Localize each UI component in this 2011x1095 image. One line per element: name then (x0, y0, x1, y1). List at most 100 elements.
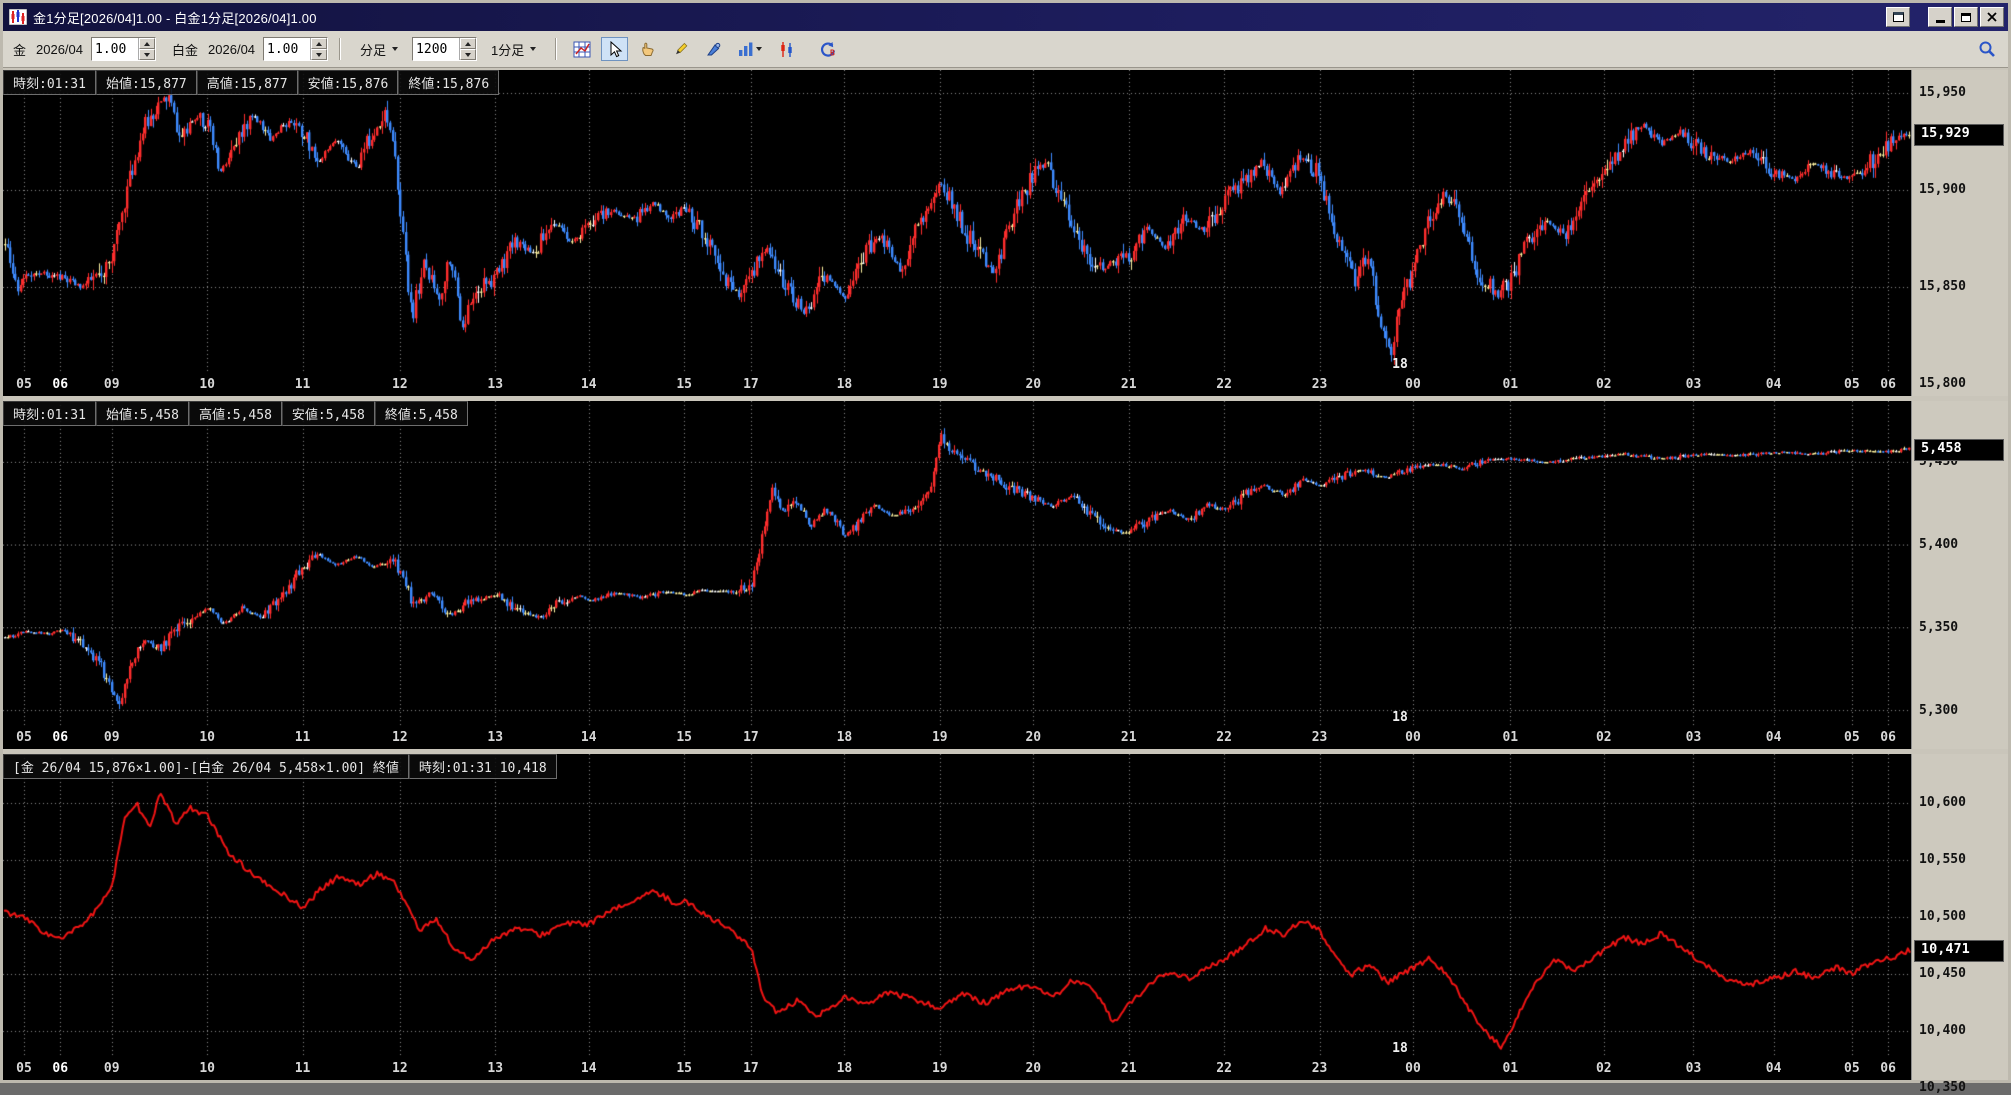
time-label: 01 (1502, 730, 1519, 746)
time-label: 13 (487, 730, 504, 746)
dropdown-arrow-icon (530, 47, 537, 51)
time-label: 05 (16, 376, 32, 392)
bar-count-spinner[interactable] (412, 37, 478, 61)
time-label: 19 (931, 1061, 948, 1076)
time-label: 21 (1120, 730, 1137, 746)
gold-multiplier-down-button[interactable] (139, 49, 156, 60)
time-label: 18 (836, 376, 853, 392)
up-arrow-icon (144, 41, 151, 46)
time-label: 00 (1405, 1061, 1421, 1076)
time-label: 10 (199, 730, 215, 746)
time-label: 02 (1595, 730, 1612, 746)
info-segment: [金 26/04 15,876×1.00]-[白金 26/04 5,458×1.… (3, 754, 409, 780)
up-arrow-icon (316, 41, 323, 46)
spread-chart-plot[interactable]: [金 26/04 15,876×1.00]-[白金 26/04 5,458×1.… (3, 754, 1911, 1058)
time-label: 06 (1880, 1061, 1896, 1076)
bar-count-input[interactable] (413, 38, 460, 60)
refresh-button[interactable]: B (814, 37, 841, 61)
bar-chart-icon (739, 42, 753, 56)
info-segment: 終値:15,876 (398, 70, 500, 95)
time-label: 22 (1216, 1061, 1232, 1076)
time-label: 02 (1595, 1061, 1612, 1076)
time-label: 21 (1120, 376, 1137, 392)
gold-multiplier-spinner[interactable] (91, 37, 157, 61)
hand-icon (642, 42, 654, 56)
select-tool-button[interactable] (601, 37, 629, 61)
interval-dropdown[interactable]: 分足 (352, 37, 406, 61)
info-segment: 時刻:01:31 (3, 400, 96, 426)
platinum-chart-canvas[interactable] (3, 400, 1911, 728)
platinum-last-price-badge: 5,458 (1914, 438, 2004, 461)
spread-chart-canvas[interactable] (3, 754, 1911, 1058)
maximize-button[interactable] (1954, 7, 1978, 27)
app-icon (9, 9, 27, 25)
gold-multiplier-up-button[interactable] (139, 38, 156, 49)
info-segment: 時刻:01:31 (3, 70, 96, 95)
time-label: 20 (1025, 376, 1042, 392)
info-segment: 高値:5,458 (188, 400, 282, 426)
gold-label: 金 (13, 42, 27, 58)
refresh-icon: B (820, 41, 835, 57)
indicator-dropdown-button[interactable] (733, 37, 767, 61)
bar-count-up-button[interactable] (460, 38, 477, 49)
platinum-price-axis[interactable]: 5,458 5,450 5,400 5,350 5,300 (1911, 400, 2008, 728)
time-label: 23 (1311, 730, 1328, 746)
platinum-multiplier-down-button[interactable] (311, 49, 328, 60)
time-label: 10 (199, 1061, 215, 1076)
platinum-time-axis[interactable]: 05 06 09 10 11 12 13 14 15 17 18 19 20 21 22 23 00 01 02 03… (3, 727, 1911, 750)
trendline-tool-button[interactable] (667, 37, 694, 61)
time-label: 11 (294, 1061, 311, 1076)
price-tick-label: 10,500 (1919, 909, 1966, 925)
gold-chart-plot[interactable]: 時刻:01:31 始値:15,877 高値:15,877 安値:15,876 終値:15… (3, 70, 1911, 374)
popout-icon (1892, 12, 1904, 22)
price-tick-label: 5,400 (1919, 537, 1959, 553)
time-label: 14 (580, 376, 597, 392)
time-label: 23 (1311, 376, 1328, 392)
popout-button[interactable] (1886, 7, 1910, 27)
gold-time-axis[interactable]: 05 06 09 10 11 12 13 14 15 17 18 19 20 21 22 23 00 01 02 03… (3, 373, 1911, 396)
close-button[interactable] (1980, 7, 2004, 27)
platinum-multiplier-up-button[interactable] (311, 38, 328, 49)
pan-tool-button[interactable] (634, 37, 661, 61)
minimize-button[interactable] (1928, 7, 1952, 27)
chart-grid-icon (573, 41, 591, 57)
time-label: 03 (1685, 1061, 1702, 1076)
platinum-multiplier-input[interactable] (264, 38, 311, 60)
time-label: 03 (1685, 730, 1702, 746)
axis-corner (1911, 727, 2008, 750)
price-tick-label: 5,350 (1919, 620, 1959, 636)
platinum-multiplier-spinner[interactable] (263, 37, 329, 61)
gold-chart-panel: 時刻:01:31 始値:15,877 高値:15,877 安値:15,876 終値:15… (3, 70, 2008, 396)
platinum-chart-plot[interactable]: 時刻:01:31 始値:5,458 高値:5,458 安値:5,458 終値:5,458… (3, 400, 1911, 728)
up-arrow-icon (465, 41, 472, 46)
pencil-icon (676, 42, 688, 54)
info-segment: 終値:5,458 (374, 400, 468, 426)
price-tick-label: 15,850 (1919, 278, 1966, 294)
spread-last-price-badge: 10,471 (1914, 940, 2004, 963)
time-label: 17 (743, 1061, 759, 1076)
chart-type-button[interactable] (773, 37, 800, 61)
platinum-label: 白金 (172, 42, 199, 58)
titlebar[interactable]: 金1分足[2026/04]1.00 - 白金1分足[2026/04]1.00 (3, 3, 2008, 31)
info-segment: 始値:15,877 (95, 70, 197, 95)
gold-multiplier-input[interactable] (92, 38, 139, 60)
gold-chart-canvas[interactable] (3, 70, 1911, 374)
gold-price-axis[interactable]: 15,929 15,950 15,900 15,850 15,800 (1911, 70, 2008, 391)
spread-price-axis[interactable]: 10,471 10,600 10,550 10,500 10,450 10,400 10,… (1911, 754, 2008, 1095)
draw-tool-button[interactable] (700, 37, 727, 61)
zoom-button[interactable] (1973, 37, 2000, 61)
time-label: 11 (294, 730, 311, 746)
brush-icon (707, 42, 721, 55)
chart-settings-button[interactable] (568, 37, 595, 61)
price-tick-label: 10,350 (1919, 1079, 1966, 1095)
price-tick-label: 10,550 (1919, 852, 1966, 868)
axis-corner (1911, 1058, 2008, 1080)
time-label: 05 (1844, 376, 1860, 392)
platinum-info-bar: 時刻:01:31 始値:5,458 高値:5,458 安値:5,458 終値:5,458 (3, 400, 468, 426)
bar-count-down-button[interactable] (460, 49, 477, 60)
info-segment: 始値:5,458 (95, 400, 189, 426)
spread-time-axis[interactable]: 05 06 09 10 11 12 13 14 15 17 18 19 20 21 22 23 00 01 02 03… (3, 1058, 1911, 1080)
timeframe-dropdown-label: 1分足 (491, 42, 525, 58)
info-segment: 時刻:01:31 10,418 (408, 754, 557, 780)
timeframe-dropdown[interactable]: 1分足 (483, 37, 544, 61)
